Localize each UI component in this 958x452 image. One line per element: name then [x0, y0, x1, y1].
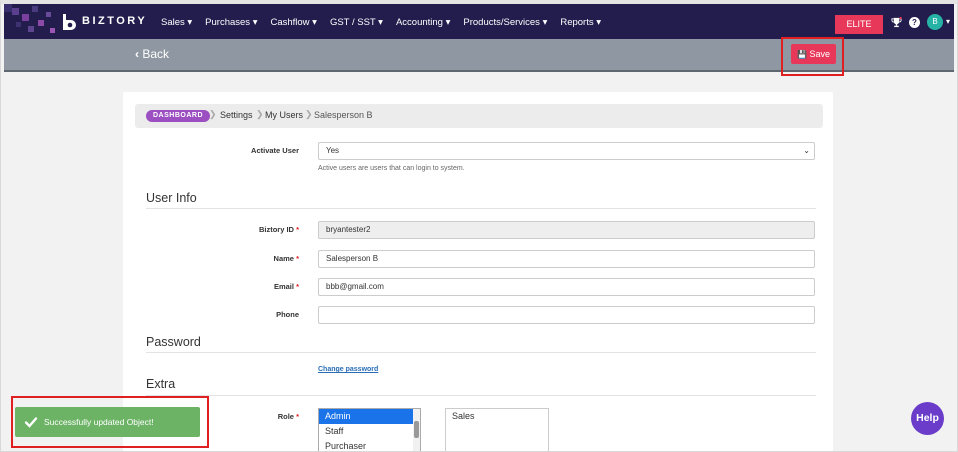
logo[interactable]: BIZTORY	[4, 4, 154, 39]
chevron-left-icon: ‹	[135, 47, 139, 61]
extra-heading: Extra	[146, 377, 176, 391]
activate-user-value: Yes	[326, 146, 340, 155]
brand-name: BIZTORY	[82, 15, 148, 27]
help-icon[interactable]: ?	[909, 17, 920, 28]
role-assigned-sales[interactable]: Sales	[446, 409, 548, 424]
role-option-staff[interactable]: Staff	[319, 424, 420, 439]
activate-user-hint: Active users are users that can login to…	[318, 165, 465, 172]
activate-user-select[interactable]: Yes ⌄	[318, 142, 815, 160]
user-form-card: DASHBOARD ❯ Settings ❯ My Users ❯ Salesp…	[123, 92, 833, 452]
main-menu: Sales ▾ Purchases ▾ Cashflow ▾ GST / SST…	[161, 17, 614, 28]
divider	[146, 208, 816, 209]
save-highlight-box	[781, 37, 844, 76]
breadcrumb-current: Salesperson B	[314, 110, 373, 120]
back-button[interactable]: ‹ Back	[135, 47, 169, 61]
chevron-down-icon[interactable]: ▾	[946, 17, 950, 26]
scrollbar[interactable]	[413, 409, 420, 451]
menu-cashflow[interactable]: Cashflow ▾	[270, 17, 316, 28]
change-password-link[interactable]: Change password	[318, 366, 378, 373]
role-assigned-list[interactable]: Sales	[445, 408, 549, 452]
menu-gst-sst[interactable]: GST / SST ▾	[330, 17, 383, 28]
biztory-id-field: bryantester2	[318, 221, 815, 239]
toast-highlight-box	[11, 396, 209, 448]
menu-accounting[interactable]: Accounting ▾	[396, 17, 450, 28]
breadcrumb-dashboard[interactable]: DASHBOARD	[146, 110, 210, 122]
back-label: Back	[142, 47, 170, 61]
role-available-list[interactable]: Admin Staff Purchaser	[318, 408, 421, 452]
phone-field[interactable]	[318, 306, 815, 324]
password-heading: Password	[146, 335, 201, 349]
breadcrumb: DASHBOARD ❯ Settings ❯ My Users ❯ Salesp…	[135, 104, 823, 128]
biztory-logo-icon	[63, 14, 76, 30]
name-field[interactable]: Salesperson B	[318, 250, 815, 268]
breadcrumb-settings[interactable]: Settings	[220, 110, 253, 120]
chevron-right-icon: ❯	[256, 109, 264, 119]
email-label: Email *	[273, 282, 299, 291]
elite-plan-button[interactable]: ELITE	[835, 15, 883, 34]
scrollbar-thumb[interactable]	[414, 421, 419, 438]
name-label: Name *	[273, 254, 299, 263]
app-window: BIZTORY Sales ▾ Purchases ▾ Cashflow ▾ G…	[0, 0, 958, 452]
divider	[146, 395, 816, 396]
role-option-admin[interactable]: Admin	[319, 409, 420, 424]
help-button[interactable]: Help	[911, 402, 944, 435]
menu-sales[interactable]: Sales ▾	[161, 17, 192, 28]
trophy-icon[interactable]	[891, 17, 902, 28]
menu-products-services[interactable]: Products/Services ▾	[463, 17, 547, 28]
menu-purchases[interactable]: Purchases ▾	[205, 17, 257, 28]
chevron-down-icon: ⌄	[803, 146, 810, 155]
biztory-id-label: Biztory ID *	[258, 225, 299, 234]
phone-label: Phone	[276, 310, 299, 319]
chevron-right-icon: ❯	[305, 109, 313, 119]
avatar[interactable]: B	[927, 14, 943, 30]
user-info-heading: User Info	[146, 191, 197, 205]
top-navbar: BIZTORY Sales ▾ Purchases ▾ Cashflow ▾ G…	[4, 4, 954, 39]
role-option-purchaser[interactable]: Purchaser	[319, 439, 420, 451]
chevron-right-icon: ❯	[209, 109, 217, 119]
email-field[interactable]: bbb@gmail.com	[318, 278, 815, 296]
menu-reports[interactable]: Reports ▾	[560, 17, 601, 28]
breadcrumb-my-users[interactable]: My Users	[265, 110, 303, 120]
activate-user-label: Activate User	[251, 146, 299, 155]
divider	[146, 352, 816, 353]
